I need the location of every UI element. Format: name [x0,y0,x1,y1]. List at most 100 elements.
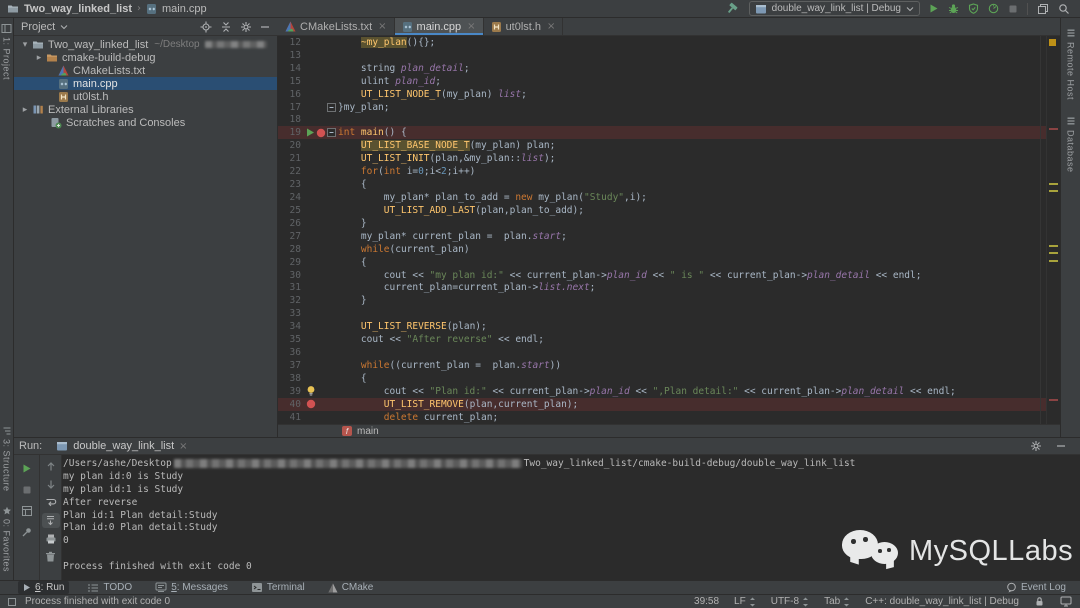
close-icon[interactable]: × [547,21,555,32]
runarrow-icon[interactable] [306,128,315,137]
project-tree-item-CMakeLists.txt[interactable]: CMakeLists.txt [14,64,277,77]
folder-icon [7,3,19,14]
close-icon[interactable]: × [179,441,187,452]
toolwindow-button-terminal[interactable]: Terminal [246,581,310,594]
gutter[interactable] [304,385,327,397]
pin-icon [21,526,33,538]
editor-tab-ut0lst.h[interactable]: ut0lst.h× [484,18,564,35]
code-line-15: 15 ulint plan_id; [278,75,1046,88]
stripe-marker[interactable] [1049,252,1058,254]
toolwindow-stripe-project[interactable]: 1: Project [1,18,12,80]
profiler-button[interactable] [988,3,999,14]
stop-button[interactable] [18,482,36,497]
line-number: 25 [278,205,304,216]
layout-button[interactable] [18,503,36,518]
bp-icon[interactable] [316,128,326,138]
stripe-marker[interactable] [1049,39,1056,46]
close-icon[interactable]: × [378,21,386,32]
project-tree-item-cmake-build-debug[interactable]: ▸cmake-build-debug [14,51,277,64]
editor-scrollbar-stripe[interactable] [1046,36,1060,437]
stripe-marker[interactable] [1049,128,1058,130]
build-hammer-icon[interactable] [727,2,740,15]
star-icon [2,506,12,516]
project-tree-item-External Libraries[interactable]: ▸External Libraries [14,103,277,116]
status-segment[interactable]: 39:58 [694,596,719,607]
locate-file-button[interactable] [200,21,212,33]
settings-gear-button[interactable] [240,21,252,33]
fold-column[interactable] [327,128,338,137]
trash-button[interactable] [42,549,60,564]
tree-expand-icon[interactable]: ▸ [32,53,46,63]
search-everywhere-button[interactable] [1058,3,1070,15]
toolwindow-stripe-structure[interactable]: 3: Structure [2,426,12,492]
lock-icon[interactable] [1034,596,1045,607]
code-editor[interactable]: 12 ~my_plan(){};1314 string plan_detail;… [278,36,1046,424]
debug-button[interactable] [948,3,959,14]
code-text: { [338,179,367,190]
code-lines: 12 ~my_plan(){};1314 string plan_detail;… [278,36,1046,424]
breadcrumb-file[interactable]: main.cpp [162,3,207,15]
toolwindow-toggle-icon[interactable] [8,598,16,606]
collapse-all-button[interactable] [220,21,232,33]
wrap-button[interactable] [42,495,60,510]
monitor-icon[interactable] [1060,596,1072,607]
rerun-button[interactable] [18,461,36,476]
hide-panel-button[interactable] [1056,441,1066,451]
project-panel-title[interactable]: Project [14,21,68,33]
tree-expand-icon[interactable]: ▸ [18,105,32,115]
toolwindow-stripe-database[interactable]: Database [1066,116,1076,173]
scrollend-button[interactable] [42,513,60,528]
toolwindow-button-messages[interactable]: 5: Messages [150,581,233,594]
run-button[interactable] [929,3,939,14]
status-segment[interactable]: Tab [824,596,850,607]
folder-orange-icon [46,52,58,63]
stripe-marker[interactable] [1049,245,1058,247]
project-tree-item-Two_way_linked_list[interactable]: ▾Two_way_linked_list~/Desktop [14,38,277,51]
pin-button[interactable] [18,524,36,539]
close-icon[interactable]: × [467,21,475,32]
tree-expand-icon[interactable]: ▾ [18,40,32,50]
bp-icon[interactable] [306,399,316,409]
watermark: MySQLLabs [842,528,1073,574]
fold-icon[interactable] [327,128,336,137]
updown-icon [802,597,809,607]
down-button[interactable] [42,477,60,492]
stripe-marker[interactable] [1049,399,1058,401]
fold-icon[interactable] [327,103,336,112]
toolwindow-button-todo[interactable]: TODO [82,581,137,594]
project-tree-item-main.cpp[interactable]: main.cpp [14,77,277,90]
editor-tab-main.cpp[interactable]: main.cpp× [395,18,484,35]
status-segment[interactable]: LF [734,596,756,607]
run-configuration-select[interactable]: double_way_link_list | Debug [749,1,920,16]
breadcrumb-function[interactable]: main [357,426,379,437]
line-number: 33 [278,308,304,319]
hide-panel-button[interactable] [260,22,270,32]
status-segment[interactable]: C++: double_way_link_list | Debug [865,596,1019,607]
gutter[interactable] [304,128,327,138]
status-segment[interactable]: UTF-8 [771,596,809,607]
toolwindow-button-run[interactable]: 6: Run [18,581,69,594]
run-tab[interactable]: double_way_link_list × [56,440,187,452]
project-tree-item-Scratches and Consoles[interactable]: Scratches and Consoles [14,116,277,129]
print-button[interactable] [42,531,60,546]
settings-gear-button[interactable] [1030,440,1042,452]
toolwindow-stripe-remote-host[interactable]: Remote Host [1066,28,1076,100]
event-log-button[interactable]: Event Log [1006,582,1080,593]
project-tree-item-ut0lst.h[interactable]: ut0lst.h [14,90,277,103]
editor-tab-CMakeLists.txt[interactable]: CMakeLists.txt× [278,18,395,35]
gutter[interactable] [304,399,327,409]
stripe-marker[interactable] [1049,190,1058,192]
breadcrumb-project[interactable]: Two_way_linked_list [24,3,132,15]
stop-button[interactable] [1008,4,1018,14]
window-restore-icon[interactable] [1037,3,1049,15]
toolwindow-stripe-favorites[interactable]: 0: Favorites [2,506,12,572]
coverage-button[interactable] [968,3,979,14]
toolwindow-button-cmake[interactable]: CMake [323,581,379,594]
stripe-marker[interactable] [1049,260,1058,262]
fold-column[interactable] [327,103,338,112]
up-button[interactable] [42,459,60,474]
stripe-marker[interactable] [1049,183,1058,185]
stripe-label: Database [1066,130,1076,173]
bulb-icon[interactable] [306,385,316,397]
console-line: /Users/ashe/DesktopTwo_way_linked_list/c… [63,458,1080,471]
